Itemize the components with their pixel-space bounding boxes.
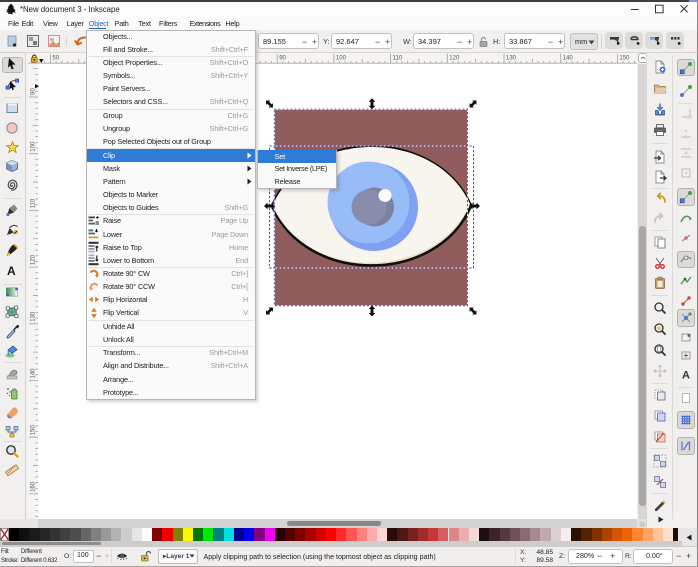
svg-text:100: 100 bbox=[336, 56, 347, 62]
svg-text:50: 50 bbox=[52, 56, 59, 62]
svg-text:A: A bbox=[682, 370, 690, 382]
svg-text:110: 110 bbox=[393, 56, 403, 62]
svg-text:150: 150 bbox=[31, 424, 37, 435]
svg-text:160: 160 bbox=[31, 481, 37, 492]
svg-text:A: A bbox=[7, 264, 16, 277]
svg-text:100: 100 bbox=[31, 141, 37, 152]
svg-text:130: 130 bbox=[506, 56, 517, 62]
svg-text:120: 120 bbox=[31, 254, 37, 265]
svg-text:90: 90 bbox=[279, 56, 286, 62]
svg-text:120: 120 bbox=[449, 56, 460, 62]
svg-text:140: 140 bbox=[563, 56, 574, 62]
svg-text:140: 140 bbox=[31, 367, 37, 378]
svg-text:130: 130 bbox=[31, 311, 37, 322]
svg-text:150: 150 bbox=[619, 56, 630, 62]
svg-text:110: 110 bbox=[31, 198, 37, 208]
